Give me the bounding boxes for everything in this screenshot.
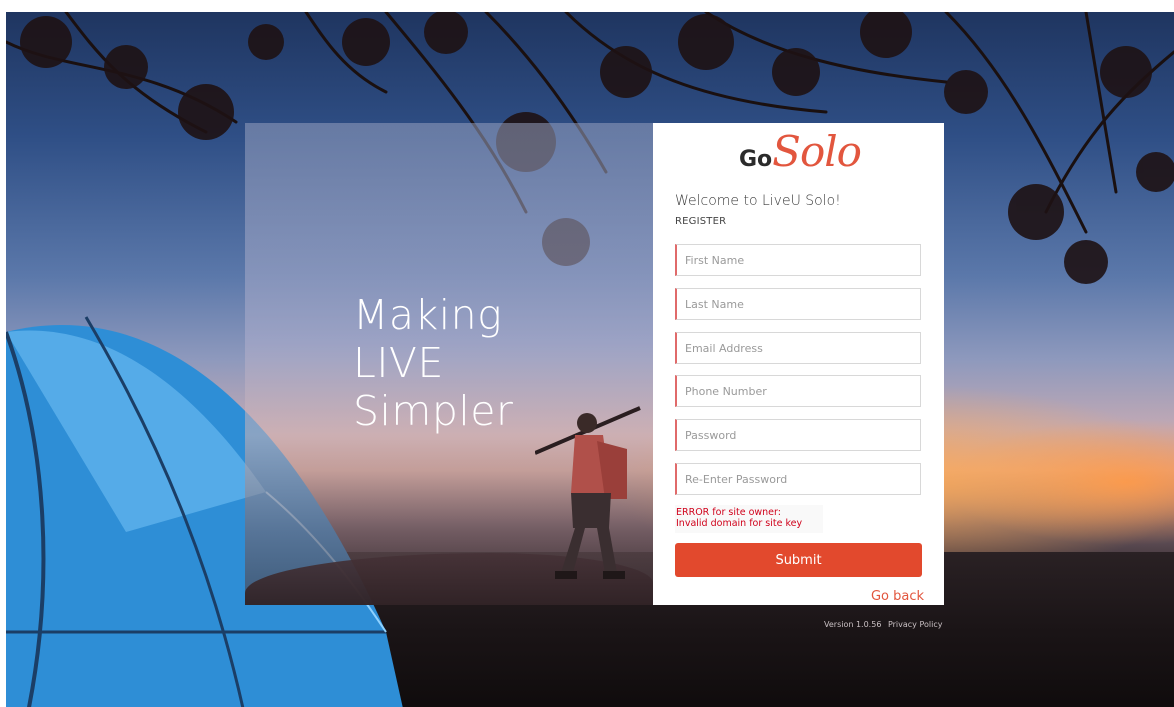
gosolo-logo: GoSolo	[739, 127, 862, 187]
logo-go-text: Go	[739, 147, 773, 172]
section-label: REGISTER	[675, 216, 727, 227]
footer: Version 1.0.56 Privacy Policy	[824, 620, 942, 629]
hero-line-3: Simpler	[353, 387, 514, 435]
register-form-panel: GoSolo Welcome to LiveU Solo! REGISTER E…	[653, 123, 944, 605]
password-field	[675, 419, 921, 451]
submit-button[interactable]: Submit	[675, 543, 922, 577]
recaptcha-error-box: ERROR for site owner: Invalid domain for…	[675, 505, 823, 533]
email-field	[675, 332, 921, 364]
go-back-link[interactable]: Go back	[871, 589, 924, 604]
last-name-field	[675, 288, 921, 320]
hero-panel: Making LIVE Simpler	[245, 123, 653, 605]
recaptcha-error-line-2: Invalid domain for site key	[676, 518, 803, 529]
welcome-heading: Welcome to LiveU Solo!	[675, 193, 841, 209]
hiker-silhouette	[535, 406, 641, 579]
hero-line-2: LIVE	[353, 339, 444, 387]
version-label: Version 1.0.56	[824, 620, 882, 629]
first-name-field	[675, 244, 921, 276]
first-name-input[interactable]	[677, 245, 921, 275]
phone-field	[675, 375, 921, 407]
phone-input[interactable]	[677, 376, 921, 406]
background-scene: Making LIVE Simpler GoSolo Welcome to Li…	[6, 12, 1174, 707]
privacy-policy-link[interactable]: Privacy Policy	[888, 620, 943, 629]
hero-tagline: Making LIVE Simpler	[353, 291, 513, 435]
email-input[interactable]	[677, 333, 921, 363]
password-confirm-field	[675, 463, 921, 495]
password-confirm-input[interactable]	[677, 464, 921, 494]
recaptcha-error-line-1: ERROR for site owner:	[676, 507, 781, 518]
last-name-input[interactable]	[677, 289, 921, 319]
logo-solo-text: Solo	[772, 127, 862, 176]
password-input[interactable]	[677, 420, 921, 450]
hero-line-1: Making	[353, 291, 503, 339]
